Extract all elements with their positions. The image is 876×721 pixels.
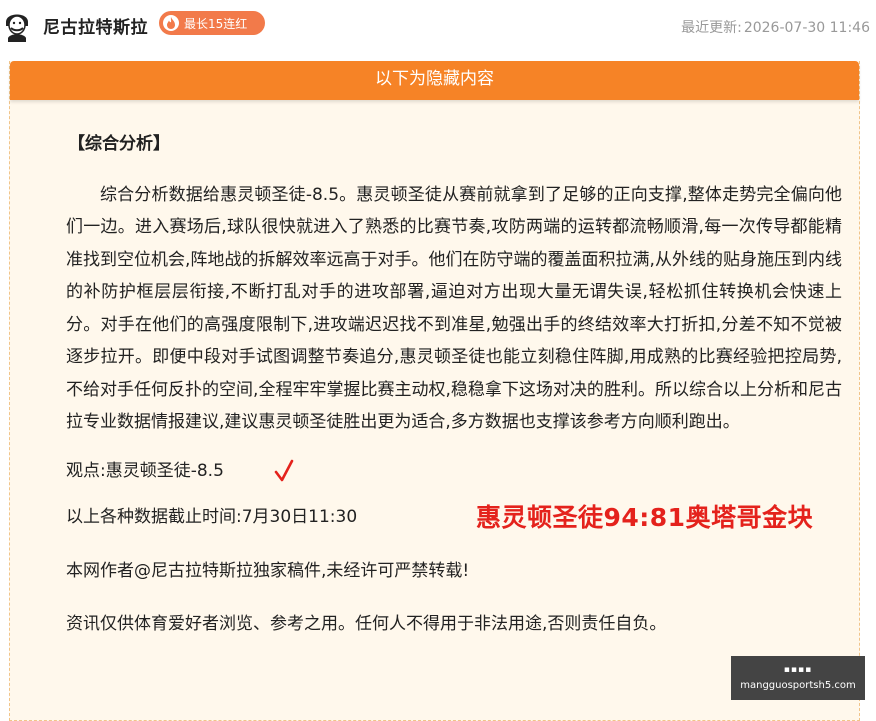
avatar-portrait-icon bbox=[2, 8, 32, 42]
author-avatar[interactable] bbox=[2, 8, 32, 42]
author-name[interactable]: 尼古拉特斯拉 bbox=[43, 13, 148, 38]
site-watermark: ▪▪▪▪ mangguosportsh5.com bbox=[731, 656, 865, 700]
update-time: 最近更新: 2026-07-30 11:46 bbox=[681, 17, 870, 37]
update-time-label: 最近更新: bbox=[681, 20, 742, 36]
analysis-paragraph: 综合分析数据给惠灵顿圣徒-8.5。惠灵顿圣徒从赛前就拿到了足够的正向支撑,整体走… bbox=[66, 184, 842, 433]
update-time-value: 2026-07-30 11:46 bbox=[743, 20, 870, 36]
post-header: 尼古拉特斯拉 最长15连红 最近更新: 2026-07-30 11:46 bbox=[0, 0, 876, 52]
hidden-content-panel: 以下为隐藏内容 【综合分析】 综合分析数据给惠灵顿圣徒-8.5。惠灵顿圣徒从赛前… bbox=[9, 61, 860, 721]
opinion-row: 观点:惠灵顿圣徒-8.5 bbox=[66, 455, 842, 488]
streak-badge: 最长15连红 bbox=[159, 11, 265, 35]
article-body: 【综合分析】 综合分析数据给惠灵顿圣徒-8.5。惠灵顿圣徒从赛前就拿到了足够的正… bbox=[66, 128, 842, 641]
section-title: 【综合分析】 bbox=[68, 134, 170, 154]
flame-icon bbox=[163, 15, 179, 31]
disclaimer: 资讯仅供体育爱好者浏览、参考之用。任何人不得用于非法用途,否则责任自负。 bbox=[66, 614, 667, 634]
watermark-logo-icon: ▪▪▪▪ bbox=[783, 665, 813, 675]
watermark-domain: mangguosportsh5.com bbox=[740, 680, 856, 691]
copyright-notice: 本网作者@尼古拉特斯拉独家稿件,未经许可严禁转载! bbox=[66, 560, 470, 581]
streak-badge-label: 最长15连红 bbox=[184, 16, 248, 31]
result-stamp: 惠灵顿圣徒94:81奥塔哥金块 bbox=[476, 503, 814, 532]
hidden-content-header: 以下为隐藏内容 bbox=[10, 61, 859, 100]
opinion-text: 观点:惠灵顿圣徒-8.5 bbox=[66, 460, 224, 481]
checkmark-icon bbox=[274, 459, 294, 481]
